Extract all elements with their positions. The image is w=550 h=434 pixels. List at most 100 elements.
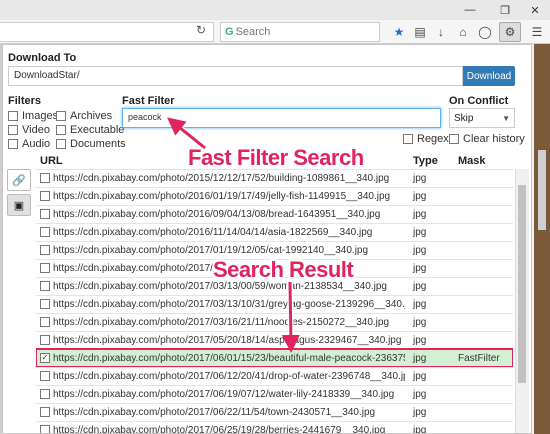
row-checkbox[interactable] xyxy=(40,425,50,433)
row-checkbox[interactable] xyxy=(40,389,50,399)
download-icon[interactable]: ↓ xyxy=(430,22,452,42)
download-path-input[interactable]: DownloadStar/ xyxy=(8,66,463,86)
filter-documents[interactable]: Documents xyxy=(56,138,126,150)
regex-label: Regex xyxy=(417,133,449,145)
table-row[interactable]: https://cdn.pixabay.com/photo/2017/06/22… xyxy=(36,403,513,421)
menu-icon[interactable]: ☰ xyxy=(526,22,548,42)
row-checkbox[interactable] xyxy=(40,209,50,219)
table-row[interactable]: https://cdn.pixabay.com/photo/2017/05/20… xyxy=(36,331,513,349)
row-checkbox[interactable] xyxy=(40,335,50,345)
table-row[interactable]: https://cdn.pixabay.com/photo/2017/06/25… xyxy=(36,421,513,433)
minimize-icon[interactable]: — xyxy=(455,0,485,20)
filter-archives-label: Archives xyxy=(70,110,113,122)
checkbox[interactable] xyxy=(8,139,18,149)
table-row[interactable]: https://cdn.pixabay.com/photo/2015/12/12… xyxy=(36,169,513,187)
row-checkbox[interactable] xyxy=(40,371,50,381)
checkbox[interactable] xyxy=(403,134,413,144)
window-titlebar: — ❐ ✕ xyxy=(0,0,550,20)
search-placeholder: Search xyxy=(235,26,271,38)
image-icon: ▣ xyxy=(13,199,25,212)
chevron-down-icon: ▼ xyxy=(502,113,510,123)
row-type: jpg xyxy=(413,371,427,382)
row-type: jpg xyxy=(413,425,427,433)
filter-executable[interactable]: Executable xyxy=(56,124,124,136)
clear-history-option[interactable]: Clear history xyxy=(449,133,525,145)
column-type[interactable]: Type xyxy=(413,155,438,167)
row-type: jpg xyxy=(413,173,427,184)
fast-filter-input[interactable]: peacock xyxy=(122,108,441,128)
checkbox[interactable] xyxy=(8,111,18,121)
links-view-button[interactable]: 🔗 xyxy=(7,169,31,191)
row-checkbox[interactable]: ✓ xyxy=(40,353,50,363)
clear-history-label: Clear history xyxy=(463,133,525,145)
home-icon[interactable]: ⌂ xyxy=(452,22,474,42)
filter-video[interactable]: Video xyxy=(8,124,50,136)
row-url: https://cdn.pixabay.com/photo/2016/01/19… xyxy=(53,191,391,202)
checkbox[interactable] xyxy=(8,125,18,135)
close-icon[interactable]: ✕ xyxy=(520,0,550,20)
search-bar[interactable]: G Search xyxy=(220,22,380,42)
filter-images[interactable]: Images xyxy=(8,110,58,122)
page-scrollbar[interactable] xyxy=(538,150,546,230)
table-row[interactable]: https://cdn.pixabay.com/photo/2017/06/12… xyxy=(36,367,513,385)
row-checkbox[interactable] xyxy=(40,245,50,255)
table-row[interactable]: https://cdn.pixabay.com/photo/2016/01/19… xyxy=(36,187,513,205)
filter-audio[interactable]: Audio xyxy=(8,138,50,150)
table-row[interactable]: https://cdn.pixabay.com/photo/2017/06/19… xyxy=(36,385,513,403)
fast-filter-search-annotation: Fast Filter Search xyxy=(188,145,364,170)
row-url: https://cdn.pixabay.com/photo/2017/06/19… xyxy=(53,389,395,400)
page-background-right xyxy=(534,44,550,434)
regex-option[interactable]: Regex xyxy=(403,133,449,145)
row-checkbox[interactable] xyxy=(40,317,50,327)
table-row[interactable]: ✓ https://cdn.pixabay.com/photo/2017/06/0… xyxy=(36,348,513,368)
filter-images-label: Images xyxy=(22,110,59,122)
checkbox[interactable] xyxy=(449,134,459,144)
row-type: jpg xyxy=(413,317,427,328)
checkbox[interactable] xyxy=(56,139,66,149)
table-row[interactable]: https://cdn.pixabay.com/photo/2016/11/14… xyxy=(36,223,513,241)
restore-icon[interactable]: ❐ xyxy=(490,0,520,20)
pocket-icon[interactable]: ◯ xyxy=(474,22,496,42)
column-mask[interactable]: Mask xyxy=(458,155,486,167)
on-conflict-select[interactable]: Skip ▼ xyxy=(449,108,515,128)
row-type: jpg xyxy=(413,263,427,274)
images-view-button[interactable]: ▣ xyxy=(7,194,31,216)
row-url: https://cdn.pixabay.com/photo/2017/01/19… xyxy=(53,245,369,256)
table-row[interactable]: https://cdn.pixabay.com/photo/2016/09/04… xyxy=(36,205,513,223)
browser-toolbar: ↻ G Search ★ ▤ ↓ ⌂ ◯ ⚙ ☰ xyxy=(0,20,550,44)
row-type: jpg xyxy=(413,335,427,346)
row-checkbox[interactable] xyxy=(40,263,50,273)
checkbox[interactable] xyxy=(56,125,66,135)
reload-icon[interactable]: ↻ xyxy=(196,23,206,37)
row-type: jpg xyxy=(413,227,427,238)
on-conflict-label: On Conflict xyxy=(449,95,509,107)
url-bar[interactable] xyxy=(0,22,214,42)
on-conflict-value: Skip xyxy=(454,112,474,124)
table-row[interactable]: https://cdn.pixabay.com/photo/2017/03/13… xyxy=(36,295,513,313)
row-checkbox[interactable] xyxy=(40,173,50,183)
row-checkbox[interactable] xyxy=(40,299,50,309)
row-type: jpg xyxy=(413,407,427,418)
filter-video-label: Video xyxy=(22,124,50,136)
row-url: https://cdn.pixabay.com/photo/2015/12/12… xyxy=(53,173,390,184)
row-type: jpg xyxy=(413,353,427,364)
row-checkbox[interactable] xyxy=(40,191,50,201)
search-result-annotation: Search Result xyxy=(213,257,354,282)
row-checkbox[interactable] xyxy=(40,227,50,237)
bookmark-star-icon[interactable]: ★ xyxy=(388,22,410,42)
row-checkbox[interactable] xyxy=(40,407,50,417)
row-type: jpg xyxy=(413,191,427,202)
reading-list-icon[interactable]: ▤ xyxy=(409,22,431,42)
row-url: https://cdn.pixabay.com/photo/2017/06/22… xyxy=(53,407,376,418)
column-url[interactable]: URL xyxy=(40,155,63,167)
checkbox[interactable] xyxy=(56,111,66,121)
table-scrollbar-thumb[interactable] xyxy=(518,185,526,383)
google-icon: G xyxy=(225,26,234,38)
table-row[interactable]: https://cdn.pixabay.com/photo/2017/03/16… xyxy=(36,313,513,331)
filter-archives[interactable]: Archives xyxy=(56,110,112,122)
link-icon: 🔗 xyxy=(12,174,26,187)
row-checkbox[interactable] xyxy=(40,281,50,291)
download-button[interactable]: Download xyxy=(463,66,515,86)
row-type: jpg xyxy=(413,209,427,220)
gear-icon[interactable]: ⚙ xyxy=(499,22,521,42)
